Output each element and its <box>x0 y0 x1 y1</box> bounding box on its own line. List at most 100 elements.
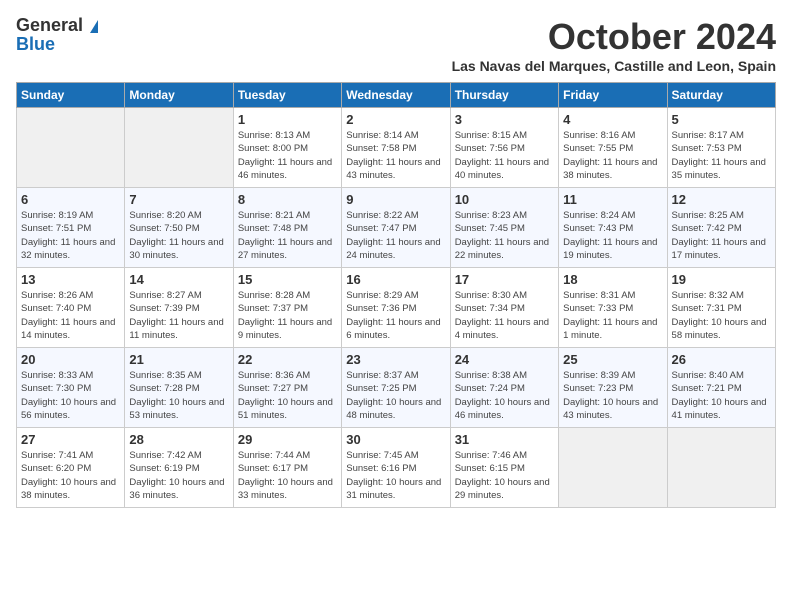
calendar-cell: 28 Sunrise: 7:42 AMSunset: 6:19 PMDayligh… <box>125 428 233 508</box>
header: General Blue October 2024 Las Navas del … <box>16 16 776 74</box>
day-number: 25 <box>563 352 662 367</box>
column-header-saturday: Saturday <box>667 83 775 108</box>
calendar-cell: 15 Sunrise: 8:28 AMSunset: 7:37 PMDayligh… <box>233 268 341 348</box>
calendar-cell: 29 Sunrise: 7:44 AMSunset: 6:17 PMDayligh… <box>233 428 341 508</box>
calendar-week-row: 27Sunrise: 7:41 AMSunset: 6:20 PMDayligh… <box>17 428 776 508</box>
day-number: 24 <box>455 352 554 367</box>
logo: General Blue <box>16 16 98 54</box>
logo-blue-text: Blue <box>16 34 55 54</box>
day-info: Sunrise: 7:42 AMSunset: 6:19 PMDaylight:… <box>129 449 228 502</box>
day-number: 5 <box>672 112 771 127</box>
day-info: Sunrise: 8:40 AMSunset: 7:21 PMDaylight:… <box>672 369 771 422</box>
day-info: Sunrise: 8:26 AMSunset: 7:40 PMDaylight:… <box>21 289 120 342</box>
calendar-cell: 31 Sunrise: 7:46 AMSunset: 6:15 PMDayligh… <box>450 428 558 508</box>
day-info: Sunrise: 8:32 AMSunset: 7:31 PMDaylight:… <box>672 289 771 342</box>
day-number: 19 <box>672 272 771 287</box>
day-info: Sunrise: 8:39 AMSunset: 7:23 PMDaylight:… <box>563 369 662 422</box>
calendar-cell: 7 Sunrise: 8:20 AMSunset: 7:50 PMDaylight… <box>125 188 233 268</box>
logo-line2: Blue <box>16 35 98 54</box>
day-info: Sunrise: 7:45 AMSunset: 6:16 PMDaylight:… <box>346 449 445 502</box>
column-header-monday: Monday <box>125 83 233 108</box>
day-info: Sunrise: 8:13 AMSunset: 8:00 PMDaylight:… <box>238 129 337 182</box>
calendar-cell: 14 Sunrise: 8:27 AMSunset: 7:39 PMDayligh… <box>125 268 233 348</box>
day-info: Sunrise: 8:19 AMSunset: 7:51 PMDaylight:… <box>21 209 120 262</box>
day-number: 16 <box>346 272 445 287</box>
day-number: 18 <box>563 272 662 287</box>
day-number: 6 <box>21 192 120 207</box>
calendar: SundayMondayTuesdayWednesdayThursdayFrid… <box>16 82 776 508</box>
day-number: 4 <box>563 112 662 127</box>
day-info: Sunrise: 8:28 AMSunset: 7:37 PMDaylight:… <box>238 289 337 342</box>
calendar-cell: 2 Sunrise: 8:14 AMSunset: 7:58 PMDaylight… <box>342 108 450 188</box>
calendar-cell: 9Sunrise: 8:22 AMSunset: 7:47 PMDaylight… <box>342 188 450 268</box>
calendar-cell <box>667 428 775 508</box>
day-info: Sunrise: 8:24 AMSunset: 7:43 PMDaylight:… <box>563 209 662 262</box>
day-info: Sunrise: 8:30 AMSunset: 7:34 PMDaylight:… <box>455 289 554 342</box>
day-number: 27 <box>21 432 120 447</box>
column-header-friday: Friday <box>559 83 667 108</box>
day-info: Sunrise: 8:20 AMSunset: 7:50 PMDaylight:… <box>129 209 228 262</box>
calendar-cell <box>125 108 233 188</box>
logo-triangle-icon <box>90 20 98 33</box>
calendar-cell <box>559 428 667 508</box>
calendar-cell: 27Sunrise: 7:41 AMSunset: 6:20 PMDayligh… <box>17 428 125 508</box>
calendar-cell: 4 Sunrise: 8:16 AMSunset: 7:55 PMDaylight… <box>559 108 667 188</box>
calendar-cell: 16Sunrise: 8:29 AMSunset: 7:36 PMDayligh… <box>342 268 450 348</box>
day-number: 11 <box>563 192 662 207</box>
calendar-cell: 12 Sunrise: 8:25 AMSunset: 7:42 PMDayligh… <box>667 188 775 268</box>
day-info: Sunrise: 8:21 AMSunset: 7:48 PMDaylight:… <box>238 209 337 262</box>
day-info: Sunrise: 8:16 AMSunset: 7:55 PMDaylight:… <box>563 129 662 182</box>
calendar-cell: 5 Sunrise: 8:17 AMSunset: 7:53 PMDaylight… <box>667 108 775 188</box>
calendar-cell: 8 Sunrise: 8:21 AMSunset: 7:48 PMDaylight… <box>233 188 341 268</box>
day-number: 29 <box>238 432 337 447</box>
day-info: Sunrise: 8:14 AMSunset: 7:58 PMDaylight:… <box>346 129 445 182</box>
calendar-cell: 20 Sunrise: 8:33 AMSunset: 7:30 PMDayligh… <box>17 348 125 428</box>
day-info: Sunrise: 7:46 AMSunset: 6:15 PMDaylight:… <box>455 449 554 502</box>
day-number: 15 <box>238 272 337 287</box>
calendar-cell: 24Sunrise: 8:38 AMSunset: 7:24 PMDayligh… <box>450 348 558 428</box>
calendar-week-row: 13 Sunrise: 8:26 AMSunset: 7:40 PMDayligh… <box>17 268 776 348</box>
calendar-cell: 21 Sunrise: 8:35 AMSunset: 7:28 PMDayligh… <box>125 348 233 428</box>
day-number: 17 <box>455 272 554 287</box>
calendar-header-row: SundayMondayTuesdayWednesdayThursdayFrid… <box>17 83 776 108</box>
calendar-cell: 13 Sunrise: 8:26 AMSunset: 7:40 PMDayligh… <box>17 268 125 348</box>
day-number: 21 <box>129 352 228 367</box>
day-number: 22 <box>238 352 337 367</box>
day-info: Sunrise: 8:27 AMSunset: 7:39 PMDaylight:… <box>129 289 228 342</box>
day-number: 2 <box>346 112 445 127</box>
day-number: 13 <box>21 272 120 287</box>
day-info: Sunrise: 8:25 AMSunset: 7:42 PMDaylight:… <box>672 209 771 262</box>
title-area: October 2024 Las Navas del Marques, Cast… <box>452 16 776 74</box>
calendar-cell: 23 Sunrise: 8:37 AMSunset: 7:25 PMDayligh… <box>342 348 450 428</box>
logo-general-text: General <box>16 15 83 35</box>
day-info: Sunrise: 7:44 AMSunset: 6:17 PMDaylight:… <box>238 449 337 502</box>
calendar-cell: 11 Sunrise: 8:24 AMSunset: 7:43 PMDayligh… <box>559 188 667 268</box>
day-number: 31 <box>455 432 554 447</box>
day-number: 8 <box>238 192 337 207</box>
location-title: Las Navas del Marques, Castille and Leon… <box>452 58 776 74</box>
calendar-cell: 19 Sunrise: 8:32 AMSunset: 7:31 PMDayligh… <box>667 268 775 348</box>
day-number: 14 <box>129 272 228 287</box>
day-number: 28 <box>129 432 228 447</box>
calendar-cell: 22 Sunrise: 8:36 AMSunset: 7:27 PMDayligh… <box>233 348 341 428</box>
calendar-cell: 26 Sunrise: 8:40 AMSunset: 7:21 PMDayligh… <box>667 348 775 428</box>
calendar-cell: 6 Sunrise: 8:19 AMSunset: 7:51 PMDaylight… <box>17 188 125 268</box>
day-info: Sunrise: 8:22 AMSunset: 7:47 PMDaylight:… <box>346 209 445 262</box>
calendar-cell: 1Sunrise: 8:13 AMSunset: 8:00 PMDaylight… <box>233 108 341 188</box>
month-title: October 2024 <box>452 16 776 58</box>
day-number: 7 <box>129 192 228 207</box>
calendar-week-row: 20 Sunrise: 8:33 AMSunset: 7:30 PMDayligh… <box>17 348 776 428</box>
day-number: 12 <box>672 192 771 207</box>
day-number: 26 <box>672 352 771 367</box>
day-number: 20 <box>21 352 120 367</box>
day-info: Sunrise: 8:37 AMSunset: 7:25 PMDaylight:… <box>346 369 445 422</box>
day-info: Sunrise: 8:17 AMSunset: 7:53 PMDaylight:… <box>672 129 771 182</box>
day-info: Sunrise: 8:35 AMSunset: 7:28 PMDaylight:… <box>129 369 228 422</box>
day-info: Sunrise: 8:15 AMSunset: 7:56 PMDaylight:… <box>455 129 554 182</box>
day-info: Sunrise: 8:33 AMSunset: 7:30 PMDaylight:… <box>21 369 120 422</box>
calendar-week-row: 1Sunrise: 8:13 AMSunset: 8:00 PMDaylight… <box>17 108 776 188</box>
day-info: Sunrise: 8:23 AMSunset: 7:45 PMDaylight:… <box>455 209 554 262</box>
day-number: 23 <box>346 352 445 367</box>
day-info: Sunrise: 8:36 AMSunset: 7:27 PMDaylight:… <box>238 369 337 422</box>
day-number: 3 <box>455 112 554 127</box>
